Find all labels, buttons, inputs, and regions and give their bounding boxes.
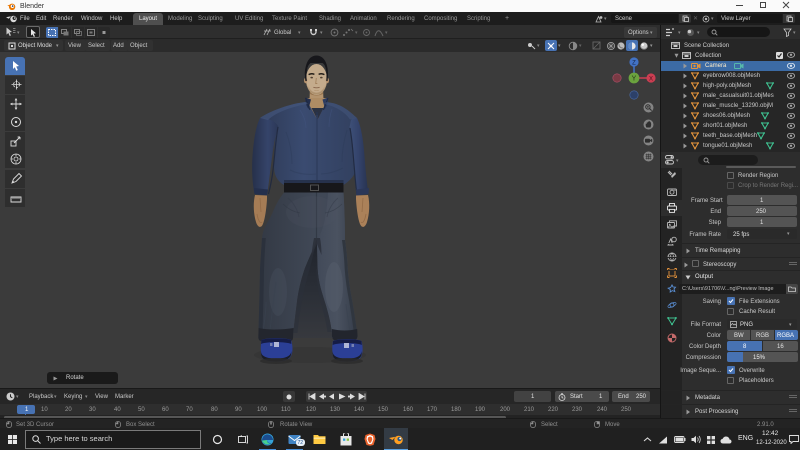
svg-text:Z: Z [632, 60, 636, 66]
svg-text:Y: Y [632, 76, 637, 83]
svg-text:X: X [649, 76, 653, 82]
